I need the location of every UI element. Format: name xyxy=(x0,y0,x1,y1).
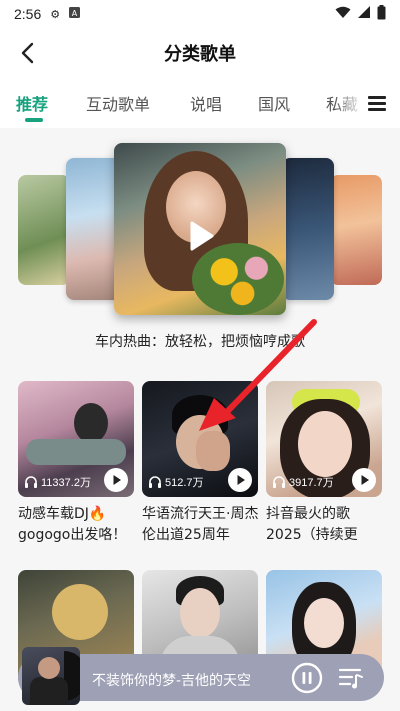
playlist-icon[interactable] xyxy=(338,665,364,691)
a-icon: A xyxy=(69,7,81,21)
now-playing-title[interactable]: 不装饰你的梦-吉他的天空 xyxy=(92,670,251,690)
signal-icon xyxy=(357,5,371,23)
status-time: 2:56 xyxy=(14,6,42,22)
tabs-fade xyxy=(334,78,364,128)
page-header: 分类歌单 xyxy=(0,28,400,78)
play-icon[interactable] xyxy=(104,468,128,492)
play-count-value: 512.7万 xyxy=(165,477,204,489)
playlist-title[interactable]: 抖音最火的歌2025（持续更 xyxy=(266,504,384,546)
cover-face xyxy=(180,588,220,638)
play-icon[interactable] xyxy=(176,213,222,259)
cover-hand xyxy=(196,431,230,471)
cover-figure xyxy=(52,584,108,640)
carousel-card[interactable] xyxy=(18,175,70,285)
cover-face xyxy=(298,411,352,477)
page-title: 分类歌单 xyxy=(164,44,236,65)
carousel-card-main[interactable] xyxy=(114,143,286,315)
carousel-card[interactable] xyxy=(282,158,334,300)
tab-guofeng[interactable]: 国风 xyxy=(258,91,290,115)
wifi-icon xyxy=(335,6,351,23)
settings-icon: ⚙ xyxy=(50,7,61,21)
play-count-value: 3917.7万 xyxy=(289,477,334,489)
cover-figure xyxy=(74,403,108,443)
playlist-cover[interactable]: 11337.2万 xyxy=(18,381,134,497)
playlist-title[interactable]: 华语流行天王·周杰伦出道25周年 xyxy=(142,504,260,546)
playlist-title[interactable]: 动感车载DJ🔥gogogo出发咯！ xyxy=(18,504,136,546)
play-icon[interactable] xyxy=(228,468,252,492)
carousel-caption[interactable]: 车内热曲：放轻松，把烦恼哼成歌 xyxy=(0,331,400,351)
menu-button[interactable] xyxy=(364,90,390,116)
cover-body xyxy=(30,677,68,705)
status-bar: 2:56 ⚙ A xyxy=(0,0,400,28)
pause-icon[interactable] xyxy=(291,662,323,694)
back-button[interactable] xyxy=(14,38,44,68)
cover-face xyxy=(38,657,60,679)
cover-car xyxy=(26,439,126,465)
tab-recommend[interactable]: 推荐 xyxy=(16,91,48,115)
battery-icon xyxy=(377,4,386,24)
headphones-icon xyxy=(149,476,161,488)
svg-text:A: A xyxy=(72,9,78,18)
playlist-cover[interactable]: 3917.7万 xyxy=(266,381,382,497)
play-icon[interactable] xyxy=(352,468,376,492)
playlist-cover[interactable]: 512.7万 xyxy=(142,381,258,497)
play-count-value: 11337.2万 xyxy=(41,477,91,489)
cover-face xyxy=(304,598,344,648)
play-count: 512.7万 xyxy=(148,474,204,490)
play-count: 3917.7万 xyxy=(272,474,334,490)
tab-interactive[interactable]: 互动歌单 xyxy=(86,91,150,115)
carousel-card[interactable] xyxy=(330,175,382,285)
tab-active-indicator xyxy=(25,118,43,122)
category-tabs: 推荐 互动歌单 说唱 国风 私藏 xyxy=(0,78,400,128)
chevron-left-icon xyxy=(21,42,34,64)
headphones-icon xyxy=(25,476,37,488)
play-count: 11337.2万 xyxy=(24,474,91,490)
tab-rap[interactable]: 说唱 xyxy=(190,91,222,115)
now-playing-cover[interactable] xyxy=(22,647,80,705)
headphones-icon xyxy=(273,476,285,488)
featured-carousel[interactable]: 车内热曲：放轻松，把烦恼哼成歌 xyxy=(0,128,400,368)
